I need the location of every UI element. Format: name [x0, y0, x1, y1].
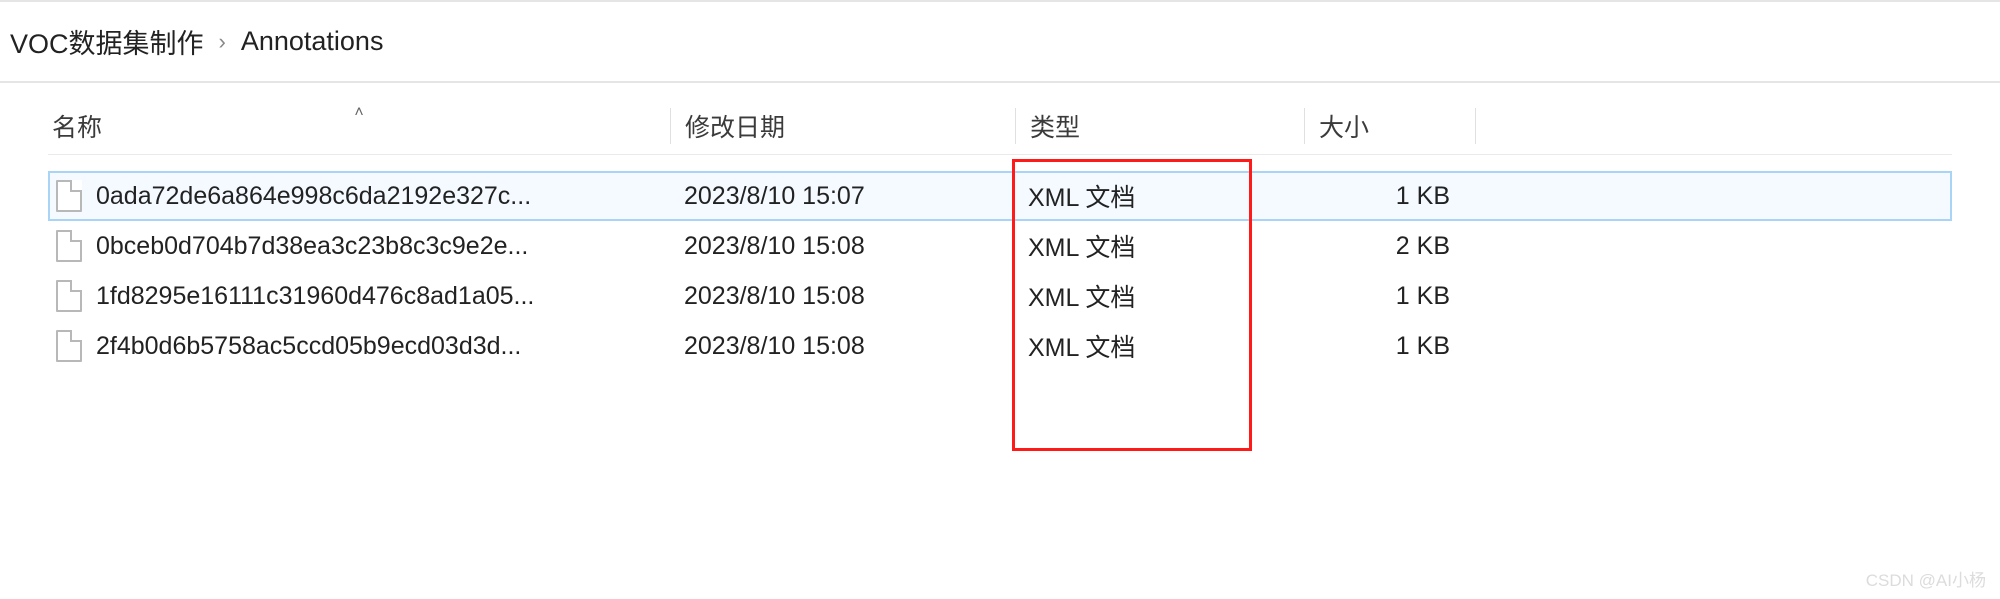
columns-header: ˄ 名称 修改日期 类型 大小 [48, 97, 1952, 155]
table-row[interactable]: 2f4b0d6b5758ac5ccd05b9ecd03d3d... 2023/8/… [48, 321, 1952, 371]
file-name-label: 2f4b0d6b5758ac5ccd05b9ecd03d3d... [96, 332, 521, 361]
chevron-right-icon: › [219, 29, 226, 55]
column-header-name-label: 名称 [52, 108, 102, 144]
cell-date: 2023/8/10 15:08 [670, 232, 1014, 261]
cell-date: 2023/8/10 15:08 [670, 282, 1014, 311]
column-header-date[interactable]: 修改日期 [671, 108, 1015, 144]
cell-type: XML 文档 [1014, 228, 1302, 264]
cell-date: 2023/8/10 15:08 [670, 332, 1014, 361]
file-rows: 0ada72de6a864e998c6da2192e327c... 2023/8/… [48, 171, 1952, 371]
cell-size: 2 KB [1302, 232, 1472, 261]
column-header-type[interactable]: 类型 [1016, 108, 1304, 144]
file-icon [56, 180, 82, 212]
file-icon [56, 330, 82, 362]
sort-asc-icon: ˄ [354, 104, 363, 122]
cell-name: 2f4b0d6b5758ac5ccd05b9ecd03d3d... [48, 330, 670, 362]
cell-size: 1 KB [1302, 332, 1472, 361]
breadcrumb-current[interactable]: Annotations [241, 26, 384, 57]
cell-name: 0ada72de6a864e998c6da2192e327c... [48, 180, 670, 212]
breadcrumb-parent[interactable]: VOC数据集制作 [10, 22, 204, 61]
file-name-label: 0ada72de6a864e998c6da2192e327c... [96, 182, 531, 211]
cell-name: 0bceb0d704b7d38ea3c23b8c3c9e2e... [48, 230, 670, 262]
breadcrumb: VOC数据集制作 › Annotations [0, 2, 2000, 81]
cell-type: XML 文档 [1014, 328, 1302, 364]
file-icon [56, 280, 82, 312]
cell-type: XML 文档 [1014, 178, 1302, 214]
file-table: ˄ 名称 修改日期 类型 大小 0ada72de6a864e998c6da219… [0, 83, 2000, 371]
column-header-size[interactable]: 大小 [1305, 108, 1475, 144]
file-icon [56, 230, 82, 262]
cell-size: 1 KB [1302, 282, 1472, 311]
column-header-name[interactable]: ˄ 名称 [48, 108, 670, 144]
cell-type: XML 文档 [1014, 278, 1302, 314]
table-row[interactable]: 0bceb0d704b7d38ea3c23b8c3c9e2e... 2023/8/… [48, 221, 1952, 271]
table-row[interactable]: 1fd8295e16111c31960d476c8ad1a05... 2023/8… [48, 271, 1952, 321]
watermark: CSDN @AI小杨 [1866, 566, 1986, 591]
column-separator[interactable] [1475, 108, 1476, 144]
file-name-label: 0bceb0d704b7d38ea3c23b8c3c9e2e... [96, 232, 528, 261]
cell-size: 1 KB [1302, 182, 1472, 211]
cell-name: 1fd8295e16111c31960d476c8ad1a05... [48, 280, 670, 312]
cell-date: 2023/8/10 15:07 [670, 182, 1014, 211]
table-row[interactable]: 0ada72de6a864e998c6da2192e327c... 2023/8/… [48, 171, 1952, 221]
file-name-label: 1fd8295e16111c31960d476c8ad1a05... [96, 282, 534, 311]
